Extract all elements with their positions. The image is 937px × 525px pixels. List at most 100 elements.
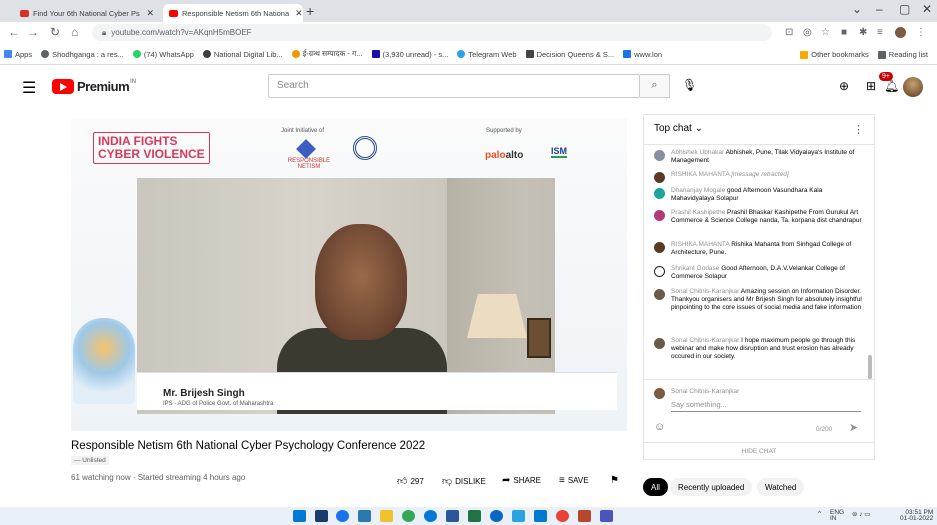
- install-icon[interactable]: ⊡: [785, 27, 793, 38]
- bookmark-item[interactable]: (74) WhatsApp: [132, 50, 194, 59]
- bookmark-item[interactable]: Decision Queens & S...: [525, 50, 614, 59]
- file-explorer-icon[interactable]: [380, 510, 393, 522]
- hamburger-menu-icon[interactable]: ☰: [22, 78, 36, 98]
- chat-scrollbar-thumb[interactable]: [868, 355, 872, 379]
- bookmark-item[interactable]: (3,930 unread) - s...: [371, 50, 448, 59]
- other-bookmarks[interactable]: Other bookmarks: [800, 50, 869, 59]
- live-chat-panel: Top chat ⌄ ⋮ Abhishek Ubhakar Abhishek, …: [643, 114, 875, 460]
- media-icon[interactable]: ≡: [877, 27, 883, 38]
- user-avatar: [654, 172, 665, 183]
- network-volume-icons[interactable]: ⊜ ♪ ▭: [852, 510, 870, 518]
- bookmark-item[interactable]: ई-ग्रन्थ सम्पादक - ग...: [291, 49, 363, 59]
- edge-icon[interactable]: [424, 510, 437, 522]
- browser-tab[interactable]: Find Your 6th National Cyber Ps ✕: [14, 4, 160, 22]
- create-icon[interactable]: ⊕: [839, 79, 849, 93]
- playlist-add-icon: ≡: [559, 475, 565, 486]
- tab-close-icon[interactable]: ✕: [289, 8, 303, 19]
- bookmark-favicon-icon: [623, 50, 632, 58]
- bookmark-favicon-icon: [41, 50, 50, 58]
- powerpoint-icon[interactable]: [578, 510, 591, 522]
- maximize-button[interactable]: ▢: [899, 2, 910, 16]
- chip-all[interactable]: All: [643, 478, 668, 496]
- home-button[interactable]: ⌂: [71, 25, 78, 39]
- report-button[interactable]: ⚑: [610, 475, 622, 486]
- lens-icon[interactable]: ◎: [803, 27, 812, 38]
- store-icon[interactable]: [358, 510, 371, 522]
- chip-watched[interactable]: Watched: [757, 478, 805, 496]
- app-icon[interactable]: [490, 510, 503, 522]
- reading-list[interactable]: Reading list: [877, 50, 928, 59]
- voice-search-icon[interactable]: 🎙︎: [682, 78, 697, 92]
- chat-message: Prashil Kashipethe Prashil Bhaskar Kashi…: [654, 209, 864, 225]
- teams-icon[interactable]: [600, 510, 613, 522]
- tab-search-icon[interactable]: ⌄: [852, 2, 862, 16]
- bookmark-item[interactable]: National Digital Lib...: [202, 50, 283, 59]
- menu-icon[interactable]: ⋮: [916, 27, 926, 38]
- bookmark-item[interactable]: Apps: [4, 50, 32, 59]
- clock[interactable]: 03:51 PM 01-01-2022: [900, 509, 933, 522]
- browser-tab-active[interactable]: Responsible Netism 6th Nationa ✕: [163, 4, 303, 22]
- chip-recently-uploaded[interactable]: Recently uploaded: [670, 478, 753, 496]
- bookmark-star-icon[interactable]: ☆: [821, 27, 830, 38]
- chat-more-icon[interactable]: ⋮: [853, 123, 864, 136]
- emoji-icon[interactable]: ☺: [654, 421, 665, 433]
- unlisted-badge: — Unlisted: [71, 456, 109, 465]
- supported-by-label: Supported by: [486, 128, 522, 134]
- word-icon[interactable]: [446, 510, 459, 522]
- mail-taskbar-icon[interactable]: [534, 510, 547, 522]
- speaker-role: IPS - ADG of Police Govt. of Maharashtra: [163, 401, 274, 407]
- telegram-taskbar-icon[interactable]: [512, 510, 525, 522]
- thumbs-up-icon: 👍︎: [397, 476, 408, 487]
- search-button[interactable]: ⌕: [640, 74, 670, 98]
- youtube-logo[interactable]: Premium IN: [52, 79, 136, 94]
- bookmark-item[interactable]: Shodhganga : a res...: [41, 50, 124, 59]
- paloalto-logo: paloalto: [485, 150, 524, 161]
- chat-header[interactable]: Top chat ⌄: [644, 115, 874, 145]
- app-icon[interactable]: [556, 510, 569, 522]
- windows-taskbar: ^ ENG IN ⊜ ♪ ▭ 03:51 PM 01-01-2022: [0, 507, 937, 525]
- reload-button[interactable]: ↻: [50, 25, 60, 39]
- profile-avatar[interactable]: [895, 27, 906, 38]
- chrome-icon[interactable]: [402, 510, 415, 522]
- close-window-button[interactable]: ✕: [922, 2, 932, 16]
- language-indicator[interactable]: ENG IN: [830, 509, 844, 522]
- extension-icon[interactable]: ■: [841, 27, 847, 38]
- apps-grid-icon[interactable]: ⊞: [866, 79, 876, 93]
- search-input[interactable]: Search: [268, 74, 640, 98]
- dislike-button[interactable]: 👎︎ DISLIKE: [442, 475, 486, 487]
- chat-scrollbar-track[interactable]: [868, 149, 872, 375]
- chat-message-input[interactable]: Say something...: [671, 400, 861, 412]
- save-button[interactable]: ≡ SAVE: [559, 475, 589, 486]
- forward-button[interactable]: →: [27, 25, 39, 39]
- address-bar[interactable]: 🔒︎ youtube.com/watch?v=AKqnH5mBOEF: [92, 24, 772, 41]
- share-button[interactable]: ➦ SHARE: [502, 475, 541, 486]
- back-button[interactable]: ←: [8, 25, 20, 39]
- minimize-button[interactable]: –: [876, 2, 883, 16]
- event-banner: INDIA FIGHTS CYBER VIOLENCE: [93, 132, 210, 164]
- user-avatar: [654, 188, 665, 199]
- chat-message: RISHIKA MAHANTA Rishika Mahanta from Sin…: [654, 241, 864, 257]
- search-taskbar-icon[interactable]: [336, 510, 349, 522]
- gmail-favicon-icon: [20, 9, 29, 17]
- chat-message: Dhananjay Mogale good Afternoon Vasundha…: [654, 187, 864, 203]
- tab-close-icon[interactable]: ✕: [140, 8, 154, 19]
- bookmark-item[interactable]: Telegram Web: [457, 50, 517, 59]
- folder-icon: [800, 50, 809, 59]
- lock-icon: 🔒︎: [102, 27, 107, 37]
- account-avatar[interactable]: [903, 77, 923, 97]
- hide-chat-button[interactable]: HIDE CHAT: [644, 442, 874, 460]
- bookmark-favicon-icon: [525, 50, 534, 58]
- task-view-icon[interactable]: [315, 510, 328, 522]
- puzzle-icon[interactable]: ✱: [859, 27, 867, 38]
- video-player[interactable]: INDIA FIGHTS CYBER VIOLENCE Joint Initia…: [71, 118, 627, 431]
- bookmark-item[interactable]: www.lon: [623, 50, 662, 59]
- notifications-bell-icon[interactable]: 🔔︎: [884, 79, 899, 93]
- start-windows-icon[interactable]: [293, 510, 306, 522]
- excel-icon[interactable]: [468, 510, 481, 522]
- send-icon[interactable]: ➤: [849, 421, 858, 434]
- tray-chevron-icon[interactable]: ^: [818, 510, 821, 517]
- partner-emblem-logo: [353, 136, 377, 160]
- like-button[interactable]: 👍︎ 297: [397, 475, 424, 487]
- notification-badge: 9+: [879, 72, 893, 81]
- new-tab-button[interactable]: +: [306, 3, 314, 19]
